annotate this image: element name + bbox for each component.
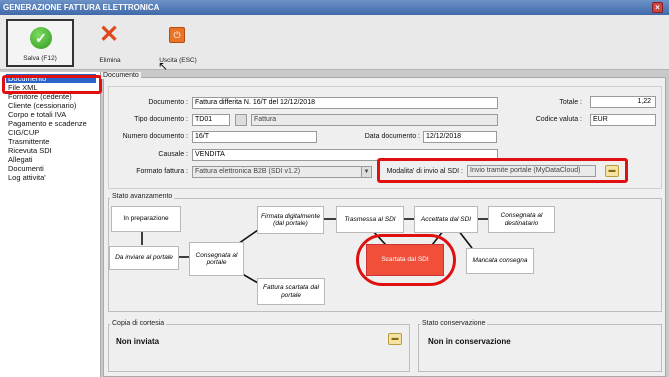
state-accettata-sdi: Accettata dal SDI <box>414 206 478 233</box>
copia-cortesia-status: Non inviata <box>116 337 160 346</box>
copia-cortesia-panel <box>108 324 410 372</box>
highlight-scartata-sdi <box>356 234 456 286</box>
state-trasmessa-sdi: Trasmessa al SDI <box>336 206 404 233</box>
state-consegnata-portale: Consegnata al portale <box>189 242 244 276</box>
state-consegnata-destinatario: Consegnata al destinatario <box>488 206 555 233</box>
conservazione-status: Non in conservazione <box>428 337 511 346</box>
conservazione-title: Stato conservazione <box>420 320 488 327</box>
state-firmata: Firmata digitalmente (dal portale) <box>257 206 324 234</box>
copia-folder-icon[interactable]: ▬ <box>388 333 402 345</box>
conservazione-panel <box>418 324 662 372</box>
copia-cortesia-title: Copia di cortesia <box>110 320 167 327</box>
state-in-preparazione: In preparazione <box>111 206 181 232</box>
state-da-inviare: Da inviare al portale <box>109 246 179 270</box>
state-mancata-consegna: Mancata consegna <box>466 248 534 274</box>
state-scartata-portale: Fattura scartata dal portale <box>257 278 325 305</box>
workflow-connectors <box>141 218 488 284</box>
